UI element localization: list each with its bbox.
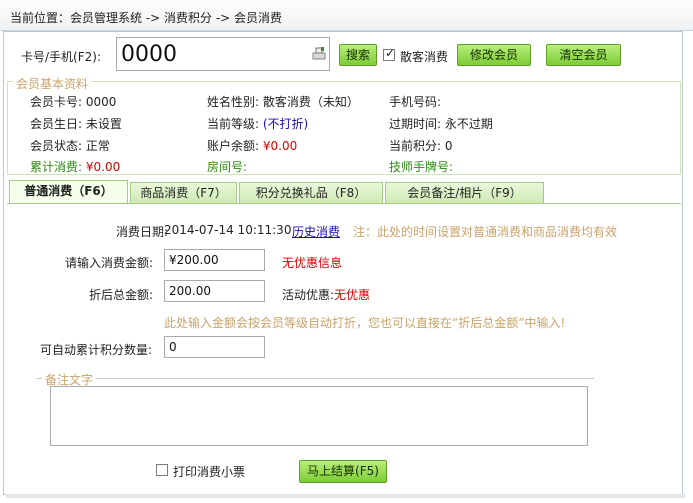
member-name-gender-label: 姓名性别: xyxy=(207,95,260,109)
breadcrumb-label: 当前位置： xyxy=(10,11,71,25)
no-discount-info: 无优惠信息 xyxy=(282,256,343,270)
search-button[interactable]: 搜索 xyxy=(339,44,377,66)
member-total: 累计消费: ¥0.00 xyxy=(30,158,120,175)
remark-textarea[interactable] xyxy=(50,386,588,446)
history-link[interactable]: 历史消费 xyxy=(292,223,340,240)
member-status-value: 正常 xyxy=(85,139,110,153)
member-birthday: 会员生日: 未设置 xyxy=(30,115,122,132)
member-balance-value: ¥0.00 xyxy=(262,139,298,153)
breadcrumb-bar: 当前位置：会员管理系统 -> 消费积分 -> 会员消费 xyxy=(0,0,693,31)
member-level-label: 当前等级: xyxy=(207,117,260,131)
promo: 活动优惠:无优惠 xyxy=(282,286,370,303)
walkin-checkbox[interactable]: ✓ xyxy=(383,46,396,61)
member-expiry: 过期时间: 永不过期 xyxy=(389,115,493,132)
member-phone-label: 手机号码: xyxy=(389,95,442,109)
breadcrumb: 当前位置：会员管理系统 -> 消费积分 -> 会员消费 xyxy=(10,9,282,26)
tab-product-consumption[interactable]: 商品消费（F7） xyxy=(130,182,237,203)
panel-shadow xyxy=(6,494,685,498)
member-balance: 账户余额: ¥0.00 xyxy=(207,137,297,154)
print-receipt-label: 打印消费小票 xyxy=(173,465,246,479)
member-expiry-value: 永不过期 xyxy=(444,117,493,131)
member-name-gender: 姓名性别: 散客消费（未知） xyxy=(207,93,359,110)
clear-member-button[interactable]: 清空会员 xyxy=(546,44,621,66)
date-note: 注：此处的时间设置对普通消费和商品消费均有效 xyxy=(353,225,618,239)
member-tech: 技师手牌号: xyxy=(389,158,453,175)
member-level: 当前等级: (不打折) xyxy=(207,115,308,132)
member-points-value: 0 xyxy=(444,139,453,153)
tab-normal-consumption[interactable]: 普通消费（F6） xyxy=(9,180,128,204)
amount-input[interactable]: ¥200.00 xyxy=(164,249,265,271)
discounted-total-input[interactable]: 200.00 xyxy=(164,280,265,302)
member-card-no: 会员卡号: 0000 xyxy=(30,93,116,110)
member-info-legend: 会员基本资料 xyxy=(13,75,92,92)
member-total-value: ¥0.00 xyxy=(85,160,121,174)
auto-points-label: 可自动累计积分数量: xyxy=(40,343,153,357)
settle-button[interactable]: 马上结算(F5) xyxy=(299,460,387,483)
member-card-no-value: 0000 xyxy=(85,95,117,109)
member-tech-label: 技师手牌号: xyxy=(389,160,454,174)
member-room: 房间号: xyxy=(207,158,247,175)
discount-hint: 此处输入金额会按会员等级自动打折，您也可以直接在“折后总金额”中输入! xyxy=(164,316,566,330)
member-name-gender-value: 散客消费（未知） xyxy=(262,95,359,109)
check-icon: ✓ xyxy=(385,46,396,60)
date-value: 2014-07-14 10:11:30 xyxy=(164,223,292,237)
member-total-label: 累计消费: xyxy=(30,160,83,174)
card-label: 卡号/手机(F2): xyxy=(21,50,101,64)
member-phone: 手机号码: xyxy=(389,93,441,110)
discounted-total-label: 折后总金额: xyxy=(89,288,154,302)
member-status-label: 会员状态: xyxy=(30,139,83,153)
tab-member-remark[interactable]: 会员备注/相片（F9） xyxy=(385,182,544,203)
member-card-no-label: 会员卡号: xyxy=(30,95,83,109)
promo-label: 活动优惠: xyxy=(282,288,335,302)
member-birthday-label: 会员生日: xyxy=(30,117,83,131)
auto-points-input[interactable]: 0 xyxy=(164,336,265,358)
member-expiry-label: 过期时间: xyxy=(389,117,442,131)
member-status: 会员状态: 正常 xyxy=(30,137,110,154)
walkin-label: 散客消费 xyxy=(400,50,449,64)
member-birthday-value: 未设置 xyxy=(85,117,122,131)
card-input[interactable]: 0000 xyxy=(116,37,330,71)
date-label: 消费日期: xyxy=(116,225,169,239)
member-room-label: 房间号: xyxy=(207,160,248,174)
tab-points-exchange[interactable]: 积分兑换礼品（F8） xyxy=(239,182,383,203)
print-receipt-checkbox[interactable] xyxy=(156,464,168,476)
remark-divider xyxy=(36,378,594,379)
member-balance-label: 账户余额: xyxy=(207,139,260,153)
member-points-label: 当前积分: xyxy=(389,139,442,153)
amount-label: 请输入消费金额: xyxy=(65,256,154,270)
member-points: 当前积分: 0 xyxy=(389,137,453,154)
card-reader-icon[interactable] xyxy=(312,46,326,60)
tab-divider xyxy=(7,203,681,204)
edit-member-button[interactable]: 修改会员 xyxy=(457,44,531,66)
breadcrumb-path: 会员管理系统 -> 消费积分 -> 会员消费 xyxy=(70,11,283,25)
promo-value: 无优惠 xyxy=(334,288,371,302)
member-level-value: (不打折) xyxy=(262,117,309,131)
